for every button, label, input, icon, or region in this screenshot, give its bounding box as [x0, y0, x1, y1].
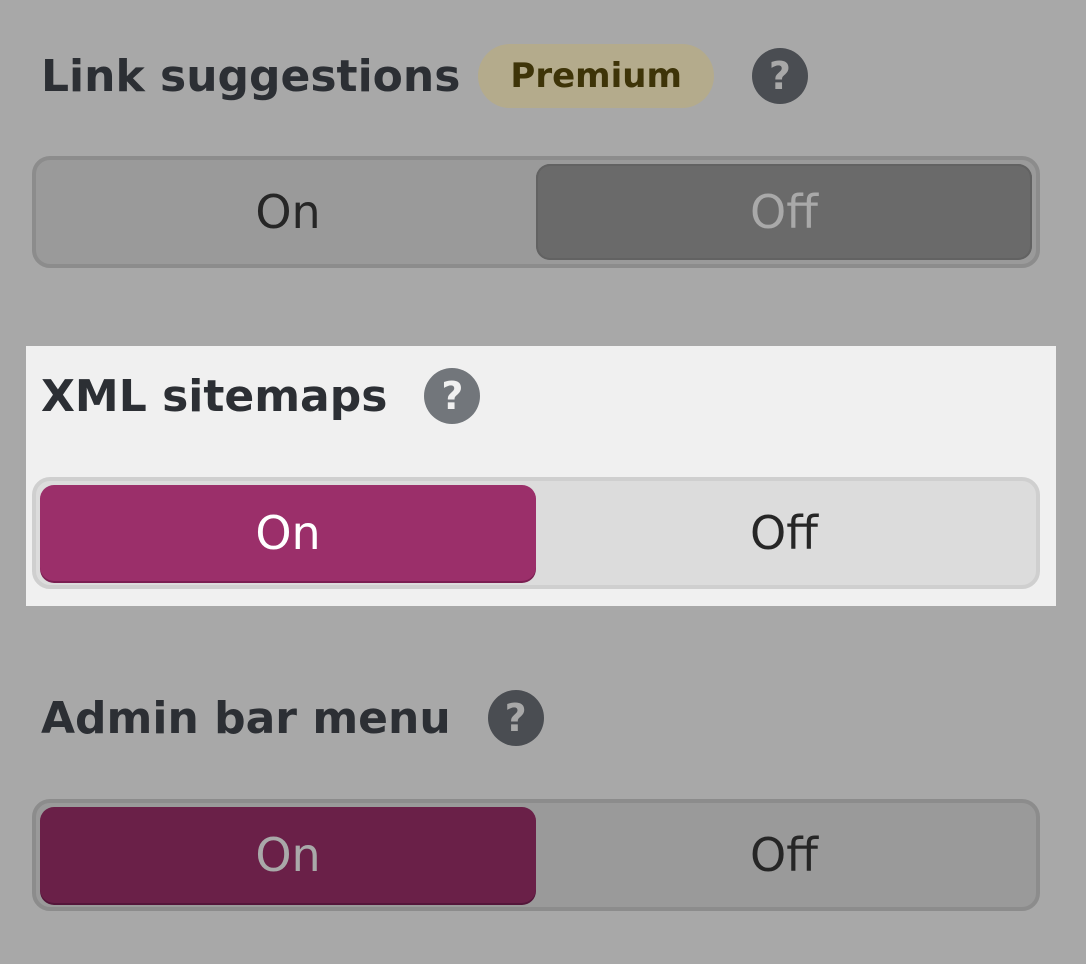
admin-bar-menu-title: Admin bar menu	[41, 692, 451, 744]
admin-bar-menu-toggle[interactable]: On Off	[32, 799, 1040, 911]
xml-sitemaps-title: XML sitemaps	[41, 370, 388, 422]
question-circle-icon[interactable]: ?	[751, 48, 808, 104]
premium-badge: Premium	[478, 44, 714, 108]
link-suggestions-toggle[interactable]: On Off	[32, 156, 1040, 268]
link-suggestions-heading-row: Link suggestions Premium ?	[41, 44, 808, 108]
xml-sitemaps-off-button[interactable]: Off	[536, 485, 1032, 581]
admin-bar-menu-on-button[interactable]: On	[40, 807, 536, 903]
xml-sitemaps-toggle[interactable]: On Off	[32, 477, 1040, 589]
link-suggestions-off-button[interactable]: Off	[536, 164, 1032, 260]
question-circle-icon[interactable]: ?	[424, 368, 481, 424]
question-circle-icon[interactable]: ?	[487, 690, 544, 746]
admin-bar-menu-heading-row: Admin bar menu ?	[41, 690, 544, 746]
xml-sitemaps-heading-row: XML sitemaps ?	[41, 368, 481, 424]
link-suggestions-on-button[interactable]: On	[40, 164, 536, 260]
xml-sitemaps-on-button[interactable]: On	[40, 485, 536, 581]
link-suggestions-title: Link suggestions	[41, 50, 461, 102]
admin-bar-menu-off-button[interactable]: Off	[536, 807, 1032, 903]
